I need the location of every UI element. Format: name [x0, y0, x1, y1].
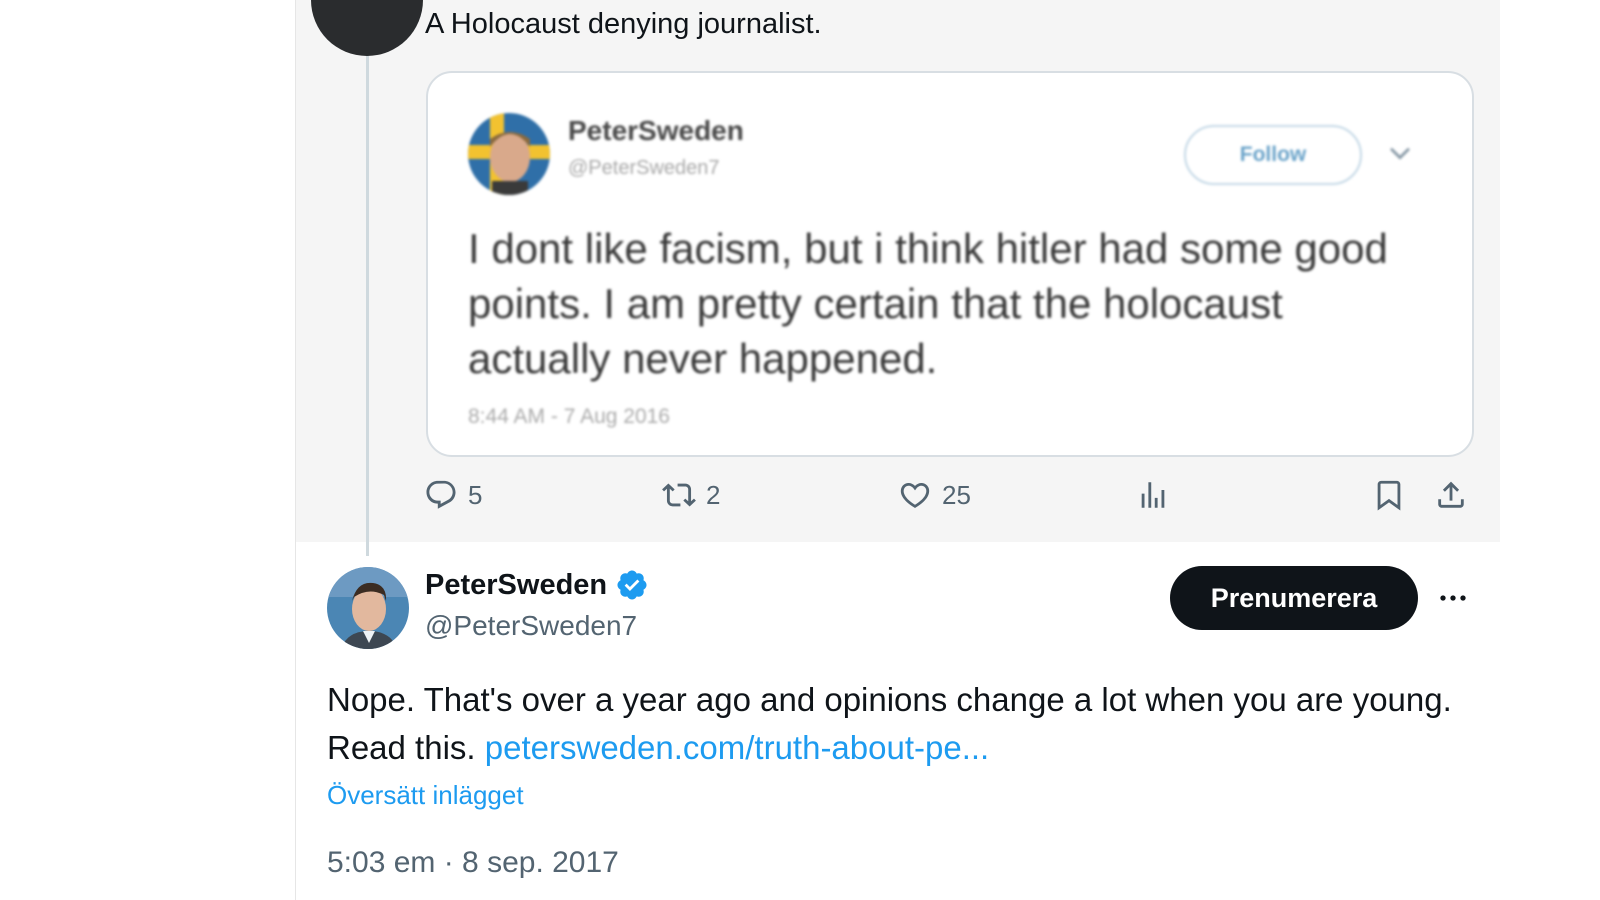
repost-icon: [662, 483, 696, 507]
verified-badge-icon[interactable]: [615, 568, 649, 602]
bookmark-icon: [1377, 480, 1401, 511]
left-gutter: [0, 0, 295, 900]
reply-count: 5: [468, 479, 483, 510]
reply-button[interactable]: 5: [424, 478, 482, 512]
embedded-follow-button: Follow: [1184, 125, 1362, 185]
chevron-down-icon: [1390, 148, 1410, 160]
avatar[interactable]: [327, 567, 409, 649]
like-button[interactable]: 25: [898, 478, 971, 512]
reply-author[interactable]: PeterSweden: [425, 568, 649, 602]
reply-post-text: Nope. That's over a year ago and opinion…: [327, 676, 1467, 772]
share-button[interactable]: [1434, 478, 1468, 512]
views-button[interactable]: [1136, 478, 1170, 512]
analytics-icon: [1141, 482, 1165, 508]
reply-icon: [426, 480, 456, 509]
author-name[interactable]: PeterSweden: [425, 569, 607, 602]
repost-count: 2: [706, 479, 721, 510]
bookmark-button[interactable]: [1372, 478, 1406, 512]
embedded-name: PeterSweden: [568, 115, 744, 146]
heart-icon: [900, 482, 930, 508]
post-timestamp[interactable]: 5:03 em · 8 sep. 2017: [327, 846, 619, 880]
embedded-avatar: [468, 113, 550, 195]
share-icon: [1438, 481, 1464, 508]
thread-line: [366, 40, 369, 556]
like-count: 25: [942, 479, 971, 510]
embedded-text: I dont like facism, but i think hitler h…: [468, 225, 1388, 382]
embedded-image[interactable]: PeterSweden @PeterSweden7 Follow I dont …: [426, 71, 1474, 457]
parent-post-text: A Holocaust denying journalist.: [425, 8, 822, 40]
translate-link[interactable]: Översätt inlägget: [327, 780, 524, 811]
reply-link[interactable]: petersweden.com/truth-about-pe...: [485, 729, 989, 766]
more-icon[interactable]: [1437, 582, 1469, 614]
author-handle[interactable]: @PeterSweden7: [425, 610, 637, 642]
embedded-date: 8:44 AM - 7 Aug 2016: [468, 405, 670, 428]
embedded-handle: @PeterSweden7: [568, 157, 720, 179]
subscribe-button[interactable]: Prenumerera: [1170, 566, 1418, 630]
repost-button[interactable]: 2: [662, 478, 720, 512]
